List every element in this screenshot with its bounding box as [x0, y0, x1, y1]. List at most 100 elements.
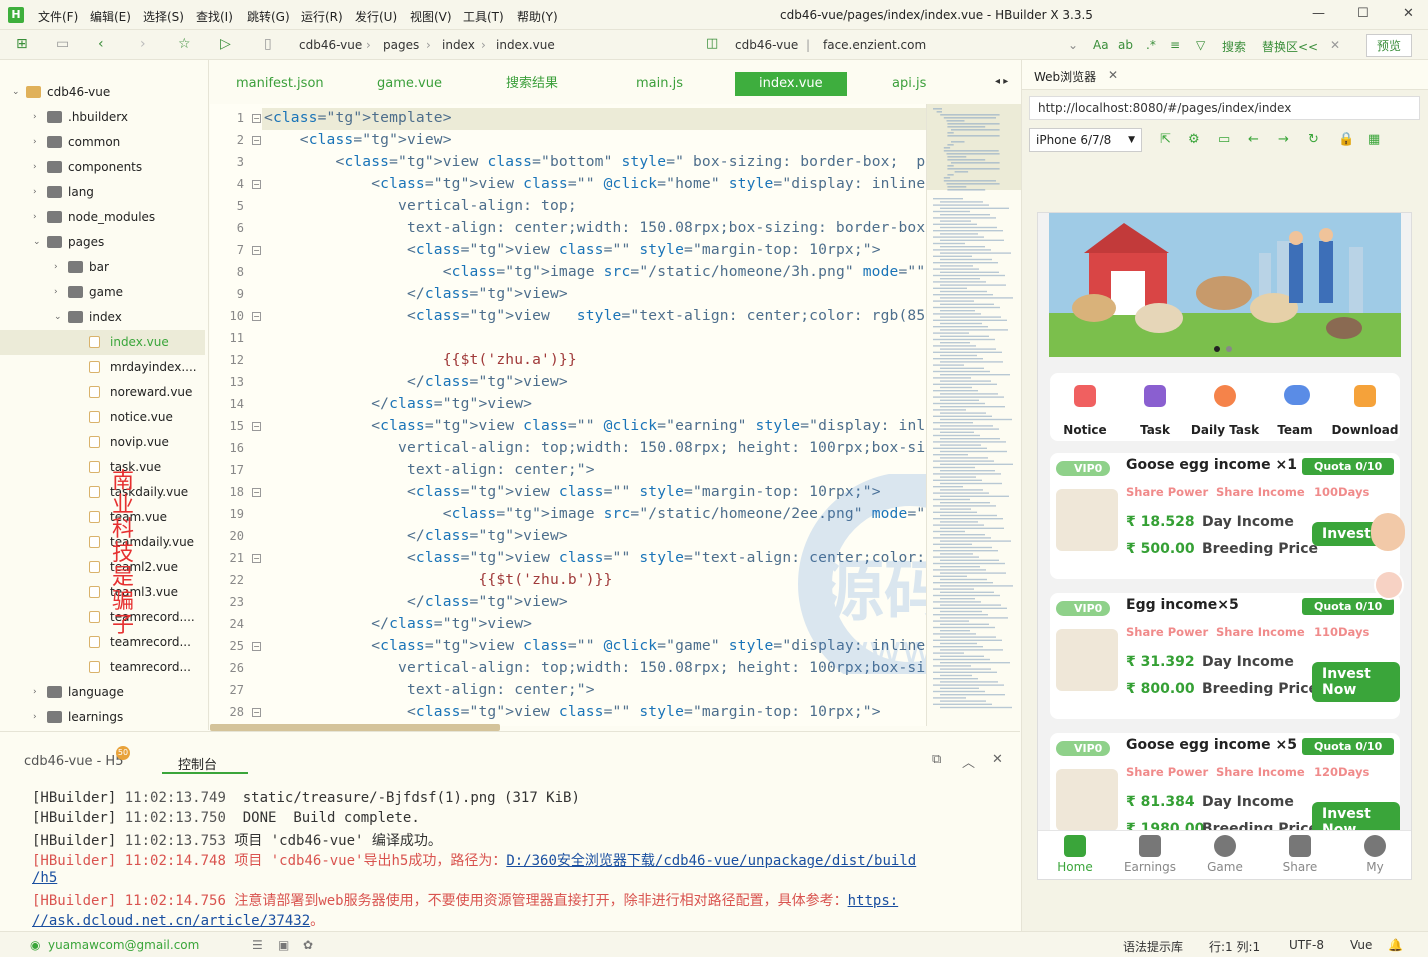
back-arrow-icon[interactable]: ← [1248, 132, 1259, 147]
code-line[interactable]: </class="tg">view> [264, 373, 568, 390]
menu-file[interactable]: 文件(F) [38, 8, 78, 25]
console-link[interactable]: https: [848, 893, 899, 909]
tree-folder-item[interactable]: › components [0, 155, 205, 180]
file-encoding[interactable]: UTF-8 [1289, 938, 1324, 952]
close-search-icon[interactable]: ✕ [1330, 38, 1340, 52]
chevron-right-icon[interactable]: › [33, 205, 43, 230]
close-browser-tab-icon[interactable]: ✕ [1108, 68, 1118, 82]
chevron-right-icon[interactable]: › [33, 105, 43, 130]
tab-search-results[interactable]: 搜索结果 [488, 72, 576, 96]
code-line[interactable]: <class="tg">view class="" @click="earnin… [264, 417, 926, 434]
horizontal-scrollbar[interactable] [210, 724, 500, 731]
regex-icon[interactable]: .* [1146, 38, 1156, 52]
device-select[interactable]: iPhone 6/7/8 ▼ [1029, 128, 1142, 152]
new-file-icon[interactable]: ⊞ [16, 36, 28, 52]
terminal-icon[interactable]: ▣ [278, 938, 289, 952]
task-icon[interactable] [1144, 385, 1166, 407]
product-card[interactable]: VIP0 Goose egg income ×1 Quota 0/10 Shar… [1050, 453, 1400, 579]
fold-toggle-icon[interactable]: − [252, 708, 261, 717]
code-line[interactable]: </class="tg">view> [264, 615, 532, 632]
console-link[interactable]: //ask.dcloud.net.cn/article/37432 [32, 913, 310, 929]
banner-image[interactable] [1049, 213, 1401, 357]
file-language[interactable]: Vue [1350, 938, 1372, 952]
export-icon[interactable]: ⧉ [932, 752, 941, 767]
code-line[interactable]: {{$t('zhu.b')}} [264, 571, 613, 588]
tree-folder-item[interactable]: › common [0, 130, 205, 155]
tree-folder-item[interactable]: › lang [0, 180, 205, 205]
bottom-nav-share[interactable]: Share [1263, 831, 1337, 874]
save-icon[interactable]: ▭ [56, 36, 69, 52]
tab-game[interactable]: game.vue [359, 72, 460, 96]
bottom-nav-earnings[interactable]: Earnings [1113, 831, 1187, 874]
code-editor[interactable]: 1− <class="tg">template> 2− <class="tg">vi… [210, 104, 926, 726]
fold-toggle-icon[interactable]: − [252, 642, 261, 651]
filter-icon[interactable]: ▽ [1196, 38, 1205, 52]
code-line[interactable]: <class="tg">view style="text-align: cent… [264, 307, 926, 324]
breadcrumb-pages[interactable]: pages [383, 38, 419, 52]
tree-file-item[interactable]: teaml3.vue [0, 580, 205, 605]
tree-folder-item[interactable]: › node_modules [0, 205, 205, 230]
project-selector[interactable]: cdb46-vue [735, 38, 798, 52]
bottom-nav-my[interactable]: My [1338, 831, 1411, 874]
code-line[interactable]: text-align: center;"> [264, 461, 595, 478]
code-line[interactable]: <class="tg">view> [264, 131, 452, 148]
tab-manifest[interactable]: manifest.json [218, 72, 342, 96]
breadcrumb-file[interactable]: index.vue [496, 38, 555, 52]
gift-icon[interactable] [1374, 570, 1404, 600]
syntax-hint[interactable]: 语法提示库 [1123, 938, 1183, 955]
console-link[interactable]: /h5 [32, 870, 57, 886]
star-icon[interactable]: ☆ [178, 36, 191, 52]
url-input[interactable]: http://localhost:8080/#/pages/index/inde… [1029, 96, 1420, 120]
tree-file-item[interactable]: task.vue [0, 455, 205, 480]
code-line[interactable]: <class="tg">template> [264, 109, 452, 126]
bell-icon[interactable]: 🔔 [1388, 938, 1403, 952]
code-line[interactable]: </class="tg">view> [264, 527, 568, 544]
product-card[interactable]: VIP0 Egg income×5 Quota 0/10 Share Power… [1050, 593, 1400, 719]
fold-toggle-icon[interactable]: − [252, 554, 261, 563]
minimize-icon[interactable]: — [1312, 6, 1325, 21]
lock-icon[interactable]: 🔒 [1338, 132, 1354, 147]
minimap[interactable] [926, 104, 1021, 726]
tree-file-item[interactable]: novip.vue [0, 430, 205, 455]
bottom-nav-game[interactable]: Game [1188, 831, 1262, 874]
close-console-icon[interactable]: ✕ [992, 752, 1003, 767]
console-icon[interactable]: ▭ [1218, 132, 1230, 147]
code-line[interactable]: <class="tg">image src="/static/homeone/3… [264, 263, 926, 280]
chevron-right-icon[interactable]: › [33, 155, 43, 180]
close-icon[interactable]: ✕ [1403, 6, 1414, 21]
tree-file-item[interactable]: taskdaily.vue [0, 480, 205, 505]
tab-index[interactable]: index.vue [735, 72, 847, 96]
fold-toggle-icon[interactable]: − [252, 136, 261, 145]
code-line[interactable]: text-align: center;width: 150.08rpx;box-… [264, 219, 925, 236]
tree-file-item[interactable]: noreward.vue [0, 380, 205, 405]
forward-icon[interactable]: › [140, 36, 146, 52]
tree-folder-item[interactable]: › game [0, 280, 205, 305]
tab-scroll-icon[interactable]: ◂ ▸ [995, 76, 1008, 87]
chevron-down-icon[interactable]: ⌄ [33, 230, 43, 255]
open-external-icon[interactable]: ⇱ [1160, 132, 1171, 147]
team-icon[interactable] [1284, 385, 1310, 405]
nav-notice[interactable]: Notice [1050, 423, 1120, 437]
fold-toggle-icon[interactable]: − [252, 180, 261, 189]
notice-icon[interactable] [1074, 385, 1096, 407]
cursor-position[interactable]: 行:1 列:1 [1209, 938, 1260, 955]
tree-file-item[interactable]: teamrecord... [0, 630, 205, 655]
console-tab[interactable]: 控制台 [178, 754, 217, 773]
menu-tools[interactable]: 工具(T) [463, 8, 504, 25]
fold-toggle-icon[interactable]: − [252, 488, 261, 497]
tree-file-item[interactable]: teaml2.vue [0, 555, 205, 580]
code-line[interactable]: <class="tg">view class="" @click="home" … [264, 175, 926, 192]
fold-toggle-icon[interactable]: − [252, 422, 261, 431]
run-icon[interactable]: ▷ [220, 36, 231, 52]
list-icon[interactable]: ≡ [1170, 38, 1180, 52]
chevron-right-icon[interactable]: › [33, 130, 43, 155]
code-line[interactable]: </class="tg">view> [264, 395, 532, 412]
tree-folder-item[interactable]: › language [0, 680, 205, 705]
tree-folder-item[interactable]: › learnings [0, 705, 205, 730]
tree-file-item[interactable]: notice.vue [0, 405, 205, 430]
tree-folder-item[interactable]: › .hbuilderx [0, 105, 205, 130]
breadcrumb-project[interactable]: cdb46-vue [299, 38, 362, 52]
tree-file-item[interactable]: team.vue [0, 505, 205, 530]
breadcrumb-index[interactable]: index [442, 38, 475, 52]
tree-file-item[interactable]: teamrecord... [0, 655, 205, 680]
